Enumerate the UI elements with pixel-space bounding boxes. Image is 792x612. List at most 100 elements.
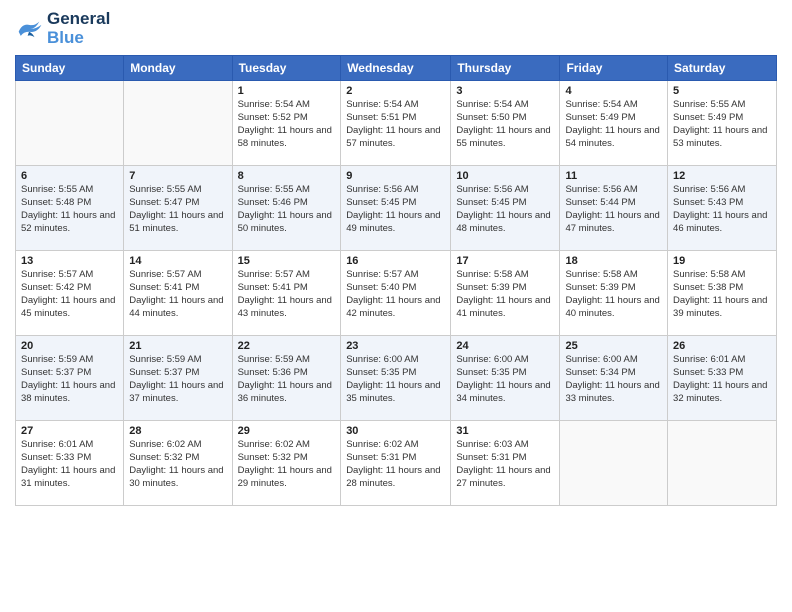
day-info: Sunrise: 5:56 AMSunset: 5:44 PMDaylight:…: [565, 184, 662, 235]
day-number: 8: [238, 170, 336, 182]
day-info: Sunrise: 5:55 AMSunset: 5:49 PMDaylight:…: [673, 99, 771, 150]
day-info: Sunrise: 5:58 AMSunset: 5:39 PMDaylight:…: [565, 269, 662, 320]
calendar-cell: 12Sunrise: 5:56 AMSunset: 5:43 PMDayligh…: [668, 166, 777, 251]
day-info: Sunrise: 5:54 AMSunset: 5:51 PMDaylight:…: [346, 99, 445, 150]
week-row-3: 13 Sunrise: 5:57 AMSunset: 5:42 PMDayligh…: [16, 251, 777, 336]
header: General Blue: [15, 10, 777, 47]
day-number: 3: [456, 85, 554, 97]
calendar-cell: 7 Sunrise: 5:55 AMSunset: 5:47 PMDaylight…: [124, 166, 232, 251]
day-number: 17: [456, 255, 554, 267]
calendar-cell: 20Sunrise: 5:59 AMSunset: 5:37 PMDayligh…: [16, 336, 124, 421]
day-info: Sunrise: 5:59 AMSunset: 5:37 PMDaylight:…: [129, 354, 226, 405]
day-info: Sunrise: 5:57 AMSunset: 5:42 PMDaylight:…: [21, 269, 118, 320]
day-number: 9: [346, 170, 445, 182]
day-number: 31: [456, 425, 554, 437]
weekday-header-saturday: Saturday: [668, 56, 777, 81]
day-info: Sunrise: 5:54 AMSunset: 5:50 PMDaylight:…: [456, 99, 554, 150]
weekday-header-monday: Monday: [124, 56, 232, 81]
day-number: 23: [346, 340, 445, 352]
day-info: Sunrise: 5:55 AMSunset: 5:47 PMDaylight:…: [129, 184, 226, 235]
day-number: 14: [129, 255, 226, 267]
weekday-header-friday: Friday: [560, 56, 668, 81]
day-number: 16: [346, 255, 445, 267]
week-row-4: 20 Sunrise: 5:59 AMSunset: 5:37 PMDayligh…: [16, 336, 777, 421]
week-row-5: 27 Sunrise: 6:01 AMSunset: 5:33 PMDayligh…: [16, 421, 777, 506]
calendar-cell: 10 Sunrise: 5:56 AMSunset: 5:45 PMDayligh…: [451, 166, 560, 251]
calendar-cell: 16 Sunrise: 5:57 AMSunset: 5:40 PMDayligh…: [341, 251, 451, 336]
day-info: Sunrise: 5:54 AMSunset: 5:52 PMDaylight:…: [238, 99, 336, 150]
calendar: SundayMondayTuesdayWednesdayThursdayFrid…: [15, 55, 777, 506]
day-info: Sunrise: 6:00 AMSunset: 5:35 PMDaylight:…: [456, 354, 554, 405]
calendar-cell: 3 Sunrise: 5:54 AMSunset: 5:50 PMDaylight…: [451, 81, 560, 166]
day-info: Sunrise: 5:56 AMSunset: 5:45 PMDaylight:…: [456, 184, 554, 235]
day-info: Sunrise: 5:54 AMSunset: 5:49 PMDaylight:…: [565, 99, 662, 150]
calendar-cell: 24 Sunrise: 6:00 AMSunset: 5:35 PMDayligh…: [451, 336, 560, 421]
calendar-cell: 17 Sunrise: 5:58 AMSunset: 5:39 PMDayligh…: [451, 251, 560, 336]
day-number: 22: [238, 340, 336, 352]
calendar-cell: [560, 421, 668, 506]
calendar-cell: 25 Sunrise: 6:00 AMSunset: 5:34 PMDayligh…: [560, 336, 668, 421]
day-number: 28: [129, 425, 226, 437]
day-info: Sunrise: 5:58 AMSunset: 5:39 PMDaylight:…: [456, 269, 554, 320]
weekday-header-thursday: Thursday: [451, 56, 560, 81]
weekday-header-tuesday: Tuesday: [232, 56, 341, 81]
weekday-header-sunday: Sunday: [16, 56, 124, 81]
day-number: 25: [565, 340, 662, 352]
day-info: Sunrise: 6:00 AMSunset: 5:35 PMDaylight:…: [346, 354, 445, 405]
calendar-cell: 31 Sunrise: 6:03 AMSunset: 5:31 PMDayligh…: [451, 421, 560, 506]
calendar-cell: 4 Sunrise: 5:54 AMSunset: 5:49 PMDaylight…: [560, 81, 668, 166]
logo: General Blue: [15, 10, 110, 47]
calendar-cell: 8 Sunrise: 5:55 AMSunset: 5:46 PMDaylight…: [232, 166, 341, 251]
calendar-cell: 14 Sunrise: 5:57 AMSunset: 5:41 PMDayligh…: [124, 251, 232, 336]
day-info: Sunrise: 5:58 AMSunset: 5:38 PMDaylight:…: [673, 269, 771, 320]
day-info: Sunrise: 6:02 AMSunset: 5:32 PMDaylight:…: [129, 439, 226, 490]
day-info: Sunrise: 6:01 AMSunset: 5:33 PMDaylight:…: [673, 354, 771, 405]
day-number: 26: [673, 340, 771, 352]
calendar-cell: 11 Sunrise: 5:56 AMSunset: 5:44 PMDayligh…: [560, 166, 668, 251]
logo-text: General Blue: [47, 10, 110, 47]
calendar-cell: 15 Sunrise: 5:57 AMSunset: 5:41 PMDayligh…: [232, 251, 341, 336]
day-number: 10: [456, 170, 554, 182]
week-row-1: 1Sunrise: 5:54 AMSunset: 5:52 PMDaylight…: [16, 81, 777, 166]
calendar-cell: 28 Sunrise: 6:02 AMSunset: 5:32 PMDayligh…: [124, 421, 232, 506]
calendar-cell: 1Sunrise: 5:54 AMSunset: 5:52 PMDaylight…: [232, 81, 341, 166]
weekday-header-wednesday: Wednesday: [341, 56, 451, 81]
day-number: 24: [456, 340, 554, 352]
calendar-cell: 19Sunrise: 5:58 AMSunset: 5:38 PMDayligh…: [668, 251, 777, 336]
calendar-cell: 27 Sunrise: 6:01 AMSunset: 5:33 PMDayligh…: [16, 421, 124, 506]
day-info: Sunrise: 6:02 AMSunset: 5:31 PMDaylight:…: [346, 439, 445, 490]
day-number: 13: [21, 255, 118, 267]
calendar-cell: 13 Sunrise: 5:57 AMSunset: 5:42 PMDayligh…: [16, 251, 124, 336]
day-info: Sunrise: 6:03 AMSunset: 5:31 PMDaylight:…: [456, 439, 554, 490]
day-info: Sunrise: 5:56 AMSunset: 5:43 PMDaylight:…: [673, 184, 771, 235]
calendar-cell: 18 Sunrise: 5:58 AMSunset: 5:39 PMDayligh…: [560, 251, 668, 336]
day-info: Sunrise: 6:01 AMSunset: 5:33 PMDaylight:…: [21, 439, 118, 490]
day-number: 2: [346, 85, 445, 97]
day-number: 29: [238, 425, 336, 437]
day-number: 7: [129, 170, 226, 182]
day-number: 4: [565, 85, 662, 97]
day-number: 15: [238, 255, 336, 267]
calendar-cell: 29Sunrise: 6:02 AMSunset: 5:32 PMDayligh…: [232, 421, 341, 506]
day-number: 30: [346, 425, 445, 437]
calendar-cell: 22 Sunrise: 5:59 AMSunset: 5:36 PMDayligh…: [232, 336, 341, 421]
calendar-cell: [16, 81, 124, 166]
day-info: Sunrise: 5:55 AMSunset: 5:48 PMDaylight:…: [21, 184, 118, 235]
day-info: Sunrise: 5:57 AMSunset: 5:41 PMDaylight:…: [129, 269, 226, 320]
calendar-cell: 23 Sunrise: 6:00 AMSunset: 5:35 PMDayligh…: [341, 336, 451, 421]
day-info: Sunrise: 5:57 AMSunset: 5:41 PMDaylight:…: [238, 269, 336, 320]
day-info: Sunrise: 5:59 AMSunset: 5:36 PMDaylight:…: [238, 354, 336, 405]
week-row-2: 6Sunrise: 5:55 AMSunset: 5:48 PMDaylight…: [16, 166, 777, 251]
day-info: Sunrise: 5:55 AMSunset: 5:46 PMDaylight:…: [238, 184, 336, 235]
day-number: 18: [565, 255, 662, 267]
day-info: Sunrise: 6:00 AMSunset: 5:34 PMDaylight:…: [565, 354, 662, 405]
day-number: 11: [565, 170, 662, 182]
calendar-cell: 2 Sunrise: 5:54 AMSunset: 5:51 PMDaylight…: [341, 81, 451, 166]
day-info: Sunrise: 5:57 AMSunset: 5:40 PMDaylight:…: [346, 269, 445, 320]
day-number: 27: [21, 425, 118, 437]
calendar-cell: 21Sunrise: 5:59 AMSunset: 5:37 PMDayligh…: [124, 336, 232, 421]
day-number: 20: [21, 340, 118, 352]
calendar-cell: 6Sunrise: 5:55 AMSunset: 5:48 PMDaylight…: [16, 166, 124, 251]
calendar-cell: 26 Sunrise: 6:01 AMSunset: 5:33 PMDayligh…: [668, 336, 777, 421]
weekday-header-row: SundayMondayTuesdayWednesdayThursdayFrid…: [16, 56, 777, 81]
